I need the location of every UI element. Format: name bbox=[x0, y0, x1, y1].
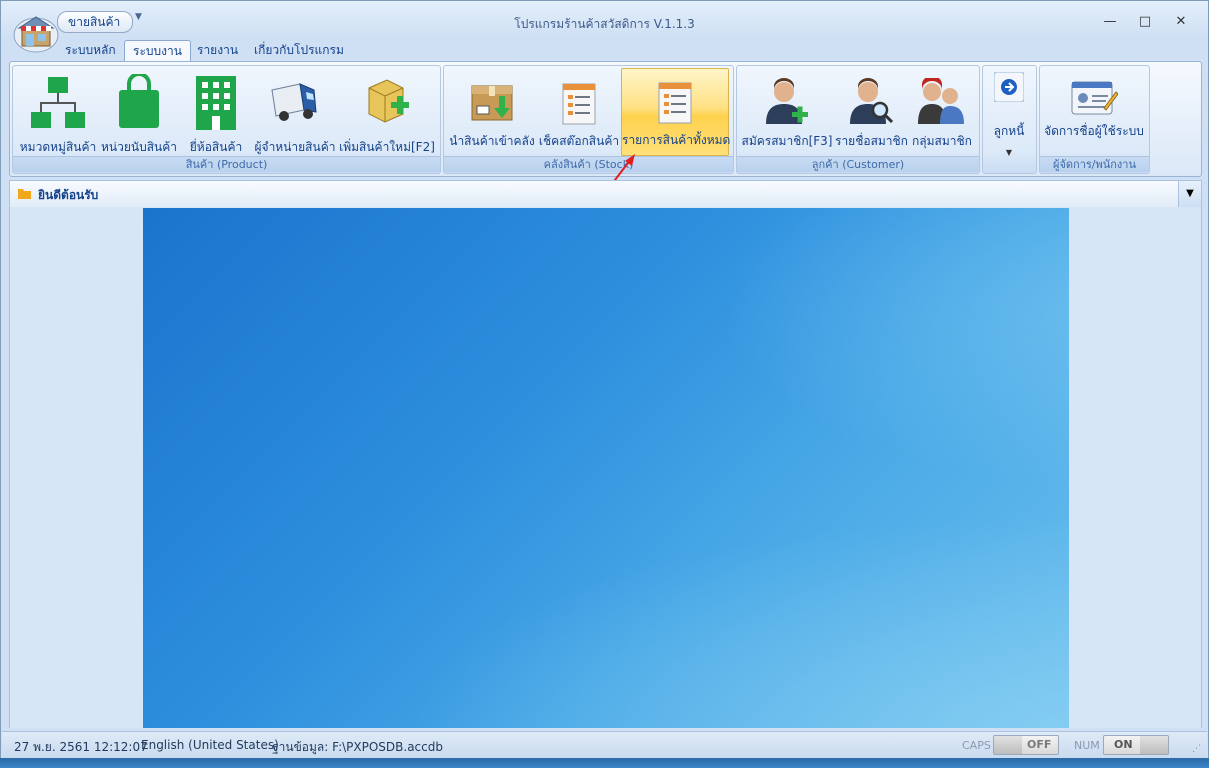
folder-icon bbox=[18, 189, 31, 199]
window-title: โปรแกรมร้านค้าสวัสดิการ V.1.1.3 bbox=[514, 17, 695, 31]
stock-check-button[interactable]: เช็คสต๊อกสินค้า bbox=[538, 68, 620, 154]
minimize-button[interactable]: — bbox=[1097, 13, 1123, 31]
member-list-label: รายชื่อสมาชิก bbox=[835, 134, 908, 148]
num-toggle[interactable]: ON bbox=[1103, 735, 1169, 755]
supplier-button[interactable]: ผู้จำหน่ายสินค้า bbox=[253, 68, 337, 154]
ribbon-group-customer: สมัครสมาชิก[F3] รายชื่อสมาชิก กลุ่มสมาชิ… bbox=[736, 65, 980, 174]
ribbon-group-manager: จัดการชื่อผู้ใช้ระบบ ผู้จัดการ/พนักงาน bbox=[1039, 65, 1150, 174]
add-product-button[interactable]: เพิ่มสินค้าใหม่[F2] bbox=[339, 68, 435, 154]
all-products-label: รายการสินค้าทั้งหมด bbox=[622, 133, 731, 147]
document-dropdown-icon[interactable]: ▼ bbox=[1178, 181, 1201, 207]
supplier-label: ผู้จำหน่ายสินค้า bbox=[254, 140, 336, 154]
debtor-dropdown-icon: ▼ bbox=[1005, 148, 1013, 157]
taskbar bbox=[0, 758, 1209, 768]
title-bar: ขายสินค้า ▼ โปรแกรมร้านค้าสวัสดิการ V.1.… bbox=[1, 1, 1208, 41]
tab-work-system[interactable]: ระบบงาน bbox=[124, 40, 191, 62]
user-add-icon bbox=[766, 78, 808, 124]
building-icon bbox=[196, 76, 236, 130]
all-products-button[interactable]: รายการสินค้าทั้งหมด bbox=[621, 68, 731, 156]
hierarchy-icon bbox=[31, 77, 85, 128]
status-datetime: 27 พ.ย. 2561 12:12:07 bbox=[14, 740, 148, 754]
tab-about[interactable]: เกี่ยวกับโปรแกรม bbox=[246, 40, 352, 61]
num-value: ON bbox=[1114, 738, 1133, 751]
group-label-product: สินค้า (Product) bbox=[13, 156, 440, 172]
document-list-icon bbox=[658, 82, 692, 124]
group-label-manager: ผู้จัดการ/พนักงาน bbox=[1040, 156, 1149, 172]
product-category-label: หมวดหมู่สินค้า bbox=[19, 140, 97, 154]
group-label-stock: คลังสินค้า (Stock) bbox=[444, 156, 733, 172]
debtor-button[interactable]: ลูกหนี้ ▼ bbox=[985, 68, 1033, 157]
user-group-icon bbox=[918, 78, 964, 124]
document-list-icon bbox=[562, 83, 596, 125]
caps-toggle[interactable]: OFF bbox=[993, 735, 1059, 755]
manage-users-button[interactable]: จัดการชื่อผู้ใช้ระบบ bbox=[1043, 68, 1145, 154]
register-member-button[interactable]: สมัครสมาชิก[F3] bbox=[741, 68, 833, 154]
stock-check-label: เช็คสต๊อกสินค้า bbox=[538, 134, 620, 148]
product-brand-button[interactable]: ยี่ห้อสินค้า bbox=[181, 68, 251, 154]
close-button[interactable]: ✕ bbox=[1168, 13, 1194, 31]
document-area bbox=[9, 207, 1202, 728]
shopping-bag-icon bbox=[119, 74, 159, 128]
status-database: ฐานข้อมูล: F:\PXPOSDB.accdb bbox=[272, 740, 443, 754]
document-tab-header: ยินดีต้อนรับ ▼ bbox=[9, 180, 1202, 208]
user-search-icon bbox=[850, 78, 894, 124]
register-member-label: สมัครสมาชิก[F3] bbox=[741, 134, 833, 148]
document-title: ยินดีต้อนรับ bbox=[38, 188, 99, 202]
group-label-customer: ลูกค้า (Customer) bbox=[737, 156, 979, 172]
caps-label: CAPS bbox=[962, 739, 991, 752]
box-add-icon bbox=[368, 79, 409, 123]
product-category-button[interactable]: หมวดหมู่สินค้า bbox=[19, 68, 97, 154]
truck-icon bbox=[271, 83, 317, 121]
stock-in-button[interactable]: นำสินค้าเข้าคลัง bbox=[448, 68, 536, 154]
product-unit-label: หน่วยนับสินค้า bbox=[101, 140, 177, 154]
box-import-icon bbox=[471, 85, 513, 121]
main-window: ขายสินค้า ▼ โปรแกรมร้านค้าสวัสดิการ V.1.… bbox=[0, 0, 1209, 768]
member-list-button[interactable]: รายชื่อสมาชิก bbox=[835, 68, 908, 154]
status-language: English (United States) bbox=[141, 738, 279, 752]
stock-in-label: นำสินค้าเข้าคลัง bbox=[449, 134, 535, 148]
maximize-button[interactable]: □ bbox=[1132, 13, 1158, 31]
add-product-label: เพิ่มสินค้าใหม่[F2] bbox=[339, 140, 435, 154]
manage-users-label: จัดการชื่อผู้ใช้ระบบ bbox=[1044, 124, 1144, 138]
shop-icon[interactable] bbox=[13, 11, 59, 53]
tab-reports[interactable]: รายงาน bbox=[189, 40, 246, 61]
welcome-background bbox=[143, 208, 1069, 728]
ribbon-group-debtor: ลูกหนี้ ▼ bbox=[982, 65, 1037, 174]
id-card-icon bbox=[1071, 81, 1118, 115]
resize-grip-icon[interactable]: ⋰ bbox=[1192, 744, 1201, 754]
member-group-label: กลุ่มสมาชิก bbox=[912, 134, 972, 148]
debtor-label: ลูกหนี้ bbox=[993, 124, 1025, 138]
product-brand-label: ยี่ห้อสินค้า bbox=[189, 140, 243, 154]
ribbon-group-stock: นำสินค้าเข้าคลัง เช็คสต๊อกสินค้า รายการส… bbox=[443, 65, 734, 174]
product-unit-button[interactable]: หน่วยนับสินค้า bbox=[99, 68, 179, 154]
member-group-button[interactable]: กลุ่มสมาชิก bbox=[909, 68, 975, 154]
caps-value: OFF bbox=[1027, 738, 1052, 751]
num-label: NUM bbox=[1074, 739, 1100, 752]
arrow-circle-icon bbox=[994, 72, 1024, 102]
status-bar: 27 พ.ย. 2561 12:12:07 English (United St… bbox=[2, 731, 1207, 758]
tab-main-system[interactable]: ระบบหลัก bbox=[57, 40, 124, 61]
ribbon-group-product: หมวดหมู่สินค้า หน่วยนับสินค้า ยี่ห้อสินค… bbox=[12, 65, 441, 174]
